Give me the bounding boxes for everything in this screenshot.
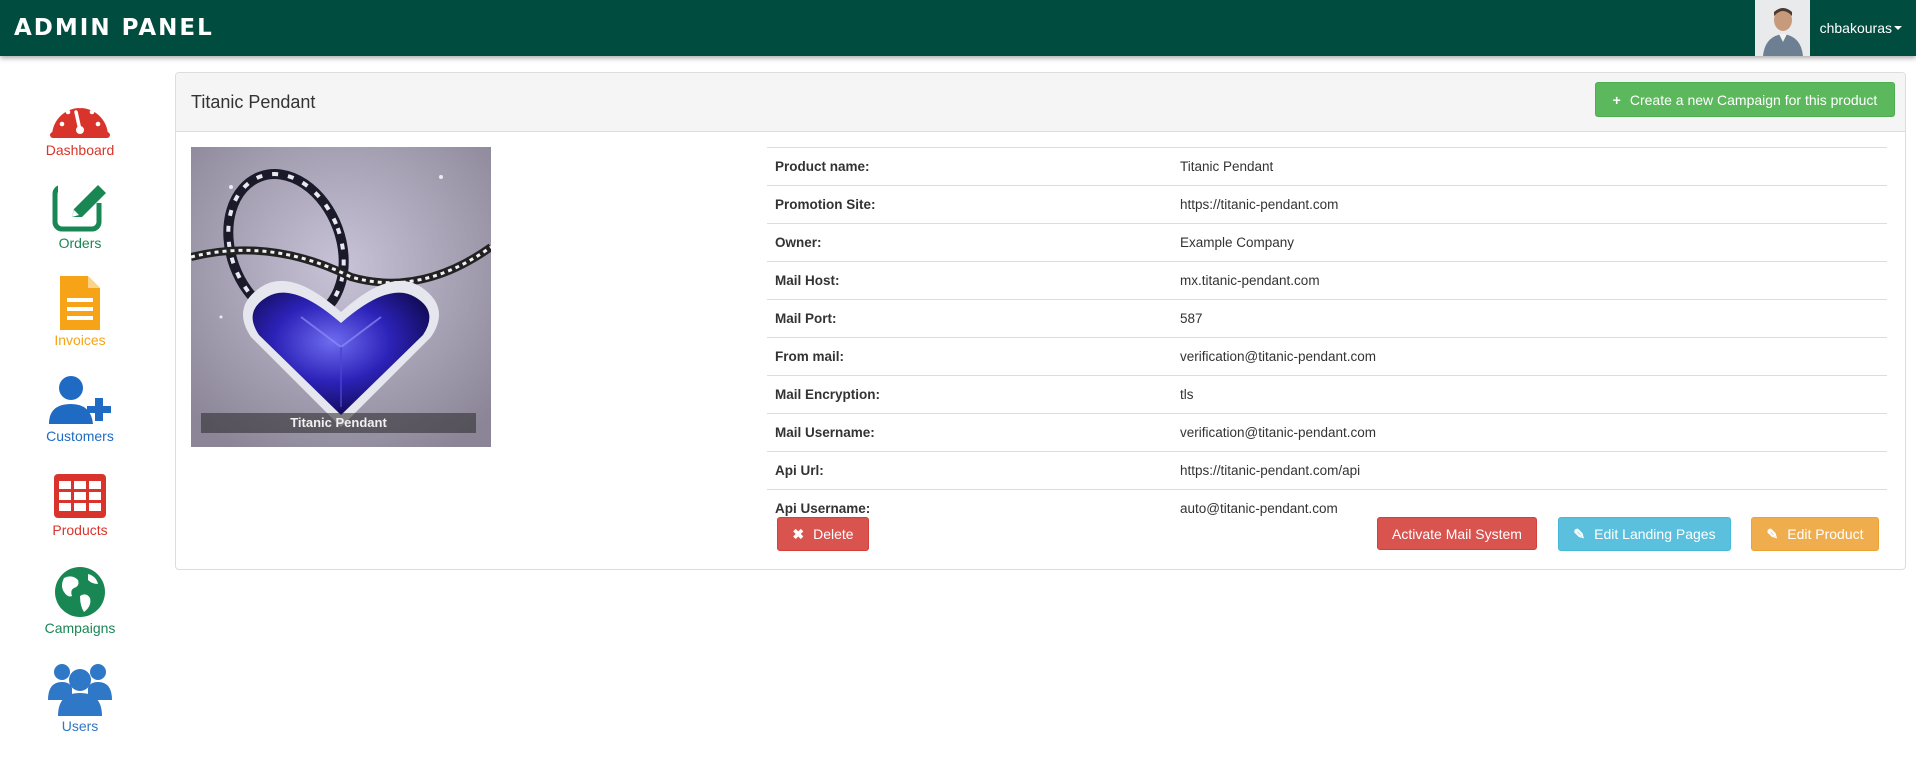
table-row: Mail Port: 587 xyxy=(767,299,1887,337)
table-row: Mail Encryption: tls xyxy=(767,375,1887,413)
user-plus-icon xyxy=(49,376,111,424)
detail-label: Api Username: xyxy=(775,501,871,516)
brand-logo[interactable]: ADMIN PANEL xyxy=(14,13,214,43)
sidebar-item-label: Dashboard xyxy=(45,142,115,158)
sidebar-item-label: Customers xyxy=(46,428,114,444)
detail-value: https://titanic-pendant.com xyxy=(1180,197,1339,212)
table-row: Api Url: https://titanic-pendant.com/api xyxy=(767,451,1887,489)
edit-icon xyxy=(52,183,110,232)
detail-label: From mail: xyxy=(775,349,845,364)
speedometer-icon xyxy=(50,103,110,138)
delete-label: Delete xyxy=(813,526,854,542)
detail-value: https://titanic-pendant.com/api xyxy=(1180,463,1361,478)
image-caption: Titanic Pendant xyxy=(201,413,476,433)
detail-label: Mail Host: xyxy=(775,273,840,288)
sidebar-item-label: Invoices xyxy=(54,332,106,348)
detail-value: tls xyxy=(1180,387,1194,402)
create-campaign-button[interactable]: + Create a new Campaign for this product xyxy=(1595,82,1895,117)
close-icon: ✖ xyxy=(792,525,805,542)
sidebar-item-label: Users xyxy=(61,718,99,734)
table-row: Mail Host: mx.titanic-pendant.com xyxy=(767,261,1887,299)
create-campaign-label: Create a new Campaign for this product xyxy=(1629,91,1878,108)
globe-icon xyxy=(55,567,105,617)
table-row: Owner: Example Company xyxy=(767,223,1887,261)
product-panel: Titanic Pendant + Create a new Campaign … xyxy=(175,72,1906,570)
top-navbar: ADMIN PANEL chbakouras xyxy=(0,0,1916,56)
avatar[interactable] xyxy=(1754,0,1810,56)
username-dropdown[interactable]: chbakouras xyxy=(1820,20,1902,36)
user-menu[interactable]: chbakouras xyxy=(1754,0,1916,56)
sidebar-item-orders[interactable]: Orders xyxy=(0,181,160,251)
product-image: Titanic Pendant xyxy=(191,147,491,447)
detail-label: Product name: xyxy=(775,159,870,174)
edit-landing-pages-button[interactable]: ✎ Edit Landing Pages xyxy=(1558,517,1731,551)
edit-product-button[interactable]: ✎ Edit Product xyxy=(1751,517,1879,551)
sidebar-item-products[interactable]: Products xyxy=(0,472,160,538)
product-details-table: Product name: Titanic Pendant Promotion … xyxy=(767,147,1887,527)
detail-label: Owner: xyxy=(775,235,822,250)
detail-value: Titanic Pendant xyxy=(1180,159,1274,174)
sidebar-item-label: Products xyxy=(52,522,108,538)
sidebar-item-campaigns[interactable]: Campaigns xyxy=(0,566,160,636)
username-label: chbakouras xyxy=(1819,20,1892,36)
sidebar-item-label: Orders xyxy=(58,235,102,251)
edit-product-label: Edit Product xyxy=(1787,526,1864,542)
table-row: Promotion Site: https://titanic-pendant.… xyxy=(767,185,1887,223)
detail-label: Api Url: xyxy=(775,463,824,478)
table-icon xyxy=(54,474,106,518)
table-row: Product name: Titanic Pendant xyxy=(767,147,1887,185)
sidebar-item-users[interactable]: Users xyxy=(0,660,160,734)
detail-label: Mail Port: xyxy=(775,311,837,326)
edit-icon: ✎ xyxy=(1573,525,1586,542)
panel-heading: Titanic Pendant + Create a new Campaign … xyxy=(176,73,1905,132)
sidebar-item-label: Campaigns xyxy=(44,620,116,636)
detail-value: mx.titanic-pendant.com xyxy=(1180,273,1320,288)
detail-value: verification@titanic-pendant.com xyxy=(1180,425,1377,440)
sidebar-item-dashboard[interactable]: Dashboard xyxy=(0,92,160,158)
table-row: Mail Username: verification@titanic-pend… xyxy=(767,413,1887,451)
edit-icon: ✎ xyxy=(1766,525,1779,542)
detail-value: Example Company xyxy=(1180,235,1295,250)
detail-label: Promotion Site: xyxy=(775,197,876,212)
edit-landing-label: Edit Landing Pages xyxy=(1594,526,1716,542)
plus-icon: + xyxy=(1612,91,1621,108)
page-title: Titanic Pendant xyxy=(191,92,316,112)
detail-label: Mail Encryption: xyxy=(775,387,881,402)
users-icon xyxy=(48,664,112,716)
detail-value: verification@titanic-pendant.com xyxy=(1180,349,1377,364)
activate-mail-label: Activate Mail System xyxy=(1392,525,1522,542)
activate-mail-button[interactable]: Activate Mail System xyxy=(1377,517,1537,550)
table-row: From mail: verification@titanic-pendant.… xyxy=(767,337,1887,375)
delete-button[interactable]: ✖ Delete xyxy=(777,517,869,551)
detail-label: Mail Username: xyxy=(775,425,875,440)
sidebar-item-customers[interactable]: Customers xyxy=(0,374,160,444)
sidebar-item-invoices[interactable]: Invoices xyxy=(0,276,160,348)
file-icon xyxy=(60,276,100,330)
detail-value: 587 xyxy=(1180,311,1203,326)
caret-down-icon xyxy=(1894,26,1902,30)
detail-value: auto@titanic-pendant.com xyxy=(1180,501,1338,516)
